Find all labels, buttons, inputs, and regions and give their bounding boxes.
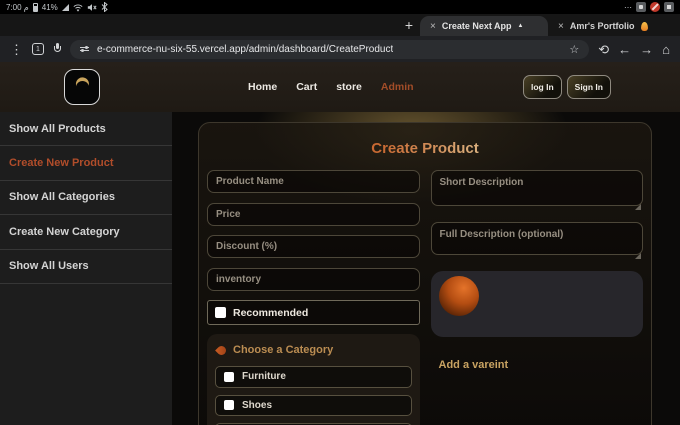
recommended-row[interactable]: Recommended	[207, 300, 420, 325]
pip-icon[interactable]	[664, 2, 674, 12]
signal-icon	[61, 3, 69, 11]
tab-alert-icon: ▲	[517, 23, 524, 29]
content-area: Create Product Recommended Choo	[172, 112, 680, 425]
site-header: Home Cart store Admin log In Sign In	[0, 62, 680, 112]
nav-store[interactable]: store	[336, 81, 362, 93]
variant-preview-panel	[430, 271, 643, 337]
new-tab-button[interactable]: +	[398, 17, 420, 33]
screenshot-icon[interactable]	[636, 2, 646, 12]
form-left-column: Recommended Choose a Category Furniture	[207, 170, 420, 425]
sidebar-item-create-new-category[interactable]: Create New Category	[0, 215, 172, 250]
category-title: Choose a Category	[233, 344, 334, 356]
microphone-icon[interactable]	[53, 43, 61, 55]
wifi-icon	[73, 4, 83, 12]
tab-switcher-button[interactable]: 1	[32, 43, 44, 55]
address-bar[interactable]: e-commerce-nu-six-55.vercel.app/admin/da…	[70, 39, 590, 59]
add-variant-button[interactable]: Add a vareint	[439, 359, 644, 371]
page-title: Create Product	[207, 140, 643, 157]
tab-title: Create Next App	[441, 21, 512, 31]
admin-sidebar: Show All Products Create New Product Sho…	[0, 112, 172, 425]
bluetooth-icon	[101, 2, 108, 12]
recommended-label: Recommended	[233, 306, 309, 319]
clock: 7:00 م	[6, 2, 29, 12]
form-right-column: Add a vareint	[430, 170, 644, 371]
sidebar-item-show-all-users[interactable]: Show All Users	[0, 250, 172, 284]
create-product-panel: Create Product Recommended Choo	[198, 122, 652, 425]
close-tab-icon[interactable]: ×	[430, 21, 436, 32]
category-option-shoes[interactable]: Shoes	[215, 394, 412, 416]
variant-color-sphere[interactable]	[438, 276, 479, 316]
full-description-textarea[interactable]	[430, 222, 643, 255]
tab-strip: + × Create Next App ▲ × Amr's Portfolio	[0, 14, 680, 36]
bookmark-star-icon[interactable]: ☆	[569, 43, 579, 56]
price-input[interactable]	[207, 202, 420, 226]
signin-button[interactable]: Sign In	[566, 75, 611, 99]
main-area: Show All Products Create New Product Sho…	[0, 112, 680, 425]
forward-icon[interactable]: →	[640, 43, 653, 56]
battery-percent: 41%	[41, 2, 58, 12]
tab-create-next-app[interactable]: × Create Next App ▲	[420, 16, 548, 36]
discount-input[interactable]	[207, 235, 420, 258]
tab-amrs-portfolio[interactable]: × Amr's Portfolio	[548, 16, 680, 36]
record-icon[interactable]	[650, 2, 660, 12]
tab-title: Amr's Portfolio	[569, 21, 635, 31]
crescent-icon	[73, 78, 91, 96]
browser-menu-icon[interactable]: ⋮	[10, 43, 23, 56]
inventory-input[interactable]	[207, 267, 420, 291]
site-nav: Home Cart store Admin	[248, 81, 414, 93]
tag-icon	[215, 343, 228, 357]
back-icon[interactable]: ←	[618, 43, 631, 56]
status-overflow-icon[interactable]: ⋯	[624, 3, 632, 12]
url-text[interactable]: e-commerce-nu-six-55.vercel.app/admin/da…	[97, 44, 393, 55]
sidebar-item-create-new-product[interactable]: Create New Product	[0, 146, 172, 181]
browser-toolbar: ⋮ 1 e-commerce-nu-six-55.vercel.app/admi…	[0, 36, 680, 62]
category-option-furniture[interactable]: Furniture	[215, 366, 412, 388]
product-name-input[interactable]	[207, 170, 420, 193]
furniture-checkbox[interactable]	[224, 371, 234, 382]
site-logo[interactable]	[64, 69, 100, 105]
site-settings-icon[interactable]	[80, 45, 89, 53]
battery-icon	[32, 2, 38, 12]
reload-icon[interactable]: ⟲	[598, 43, 609, 56]
nav-admin[interactable]: Admin	[381, 81, 414, 93]
recommended-checkbox[interactable]	[215, 307, 226, 318]
nav-home[interactable]: Home	[248, 81, 277, 93]
home-icon[interactable]: ⌂	[662, 43, 670, 56]
short-description-textarea[interactable]	[430, 170, 643, 206]
volume-muted-icon	[87, 3, 97, 11]
category-panel: Choose a Category Furniture Shoes E	[207, 334, 420, 425]
shoes-checkbox[interactable]	[224, 400, 234, 411]
status-bar: 7:00 م 41% ⋯	[0, 0, 680, 14]
flame-favicon-icon	[640, 21, 648, 31]
sidebar-item-show-all-products[interactable]: Show All Products	[0, 112, 172, 147]
sidebar-item-show-all-categories[interactable]: Show All Categories	[0, 181, 172, 216]
nav-cart[interactable]: Cart	[296, 81, 317, 93]
close-tab-icon[interactable]: ×	[558, 21, 564, 32]
login-button[interactable]: log In	[522, 75, 562, 99]
